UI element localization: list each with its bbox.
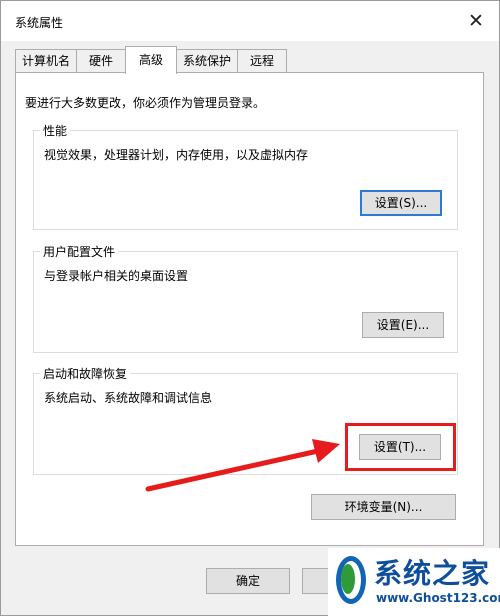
annotation-arrow [145, 439, 340, 492]
watermark-url: www.Ghost123.com [376, 591, 500, 605]
watermark-logo: 系统之家 www.Ghost123.com [328, 548, 500, 616]
ghost-logo-inner-icon [341, 564, 355, 594]
watermark-text: 系统之家 [374, 557, 491, 590]
